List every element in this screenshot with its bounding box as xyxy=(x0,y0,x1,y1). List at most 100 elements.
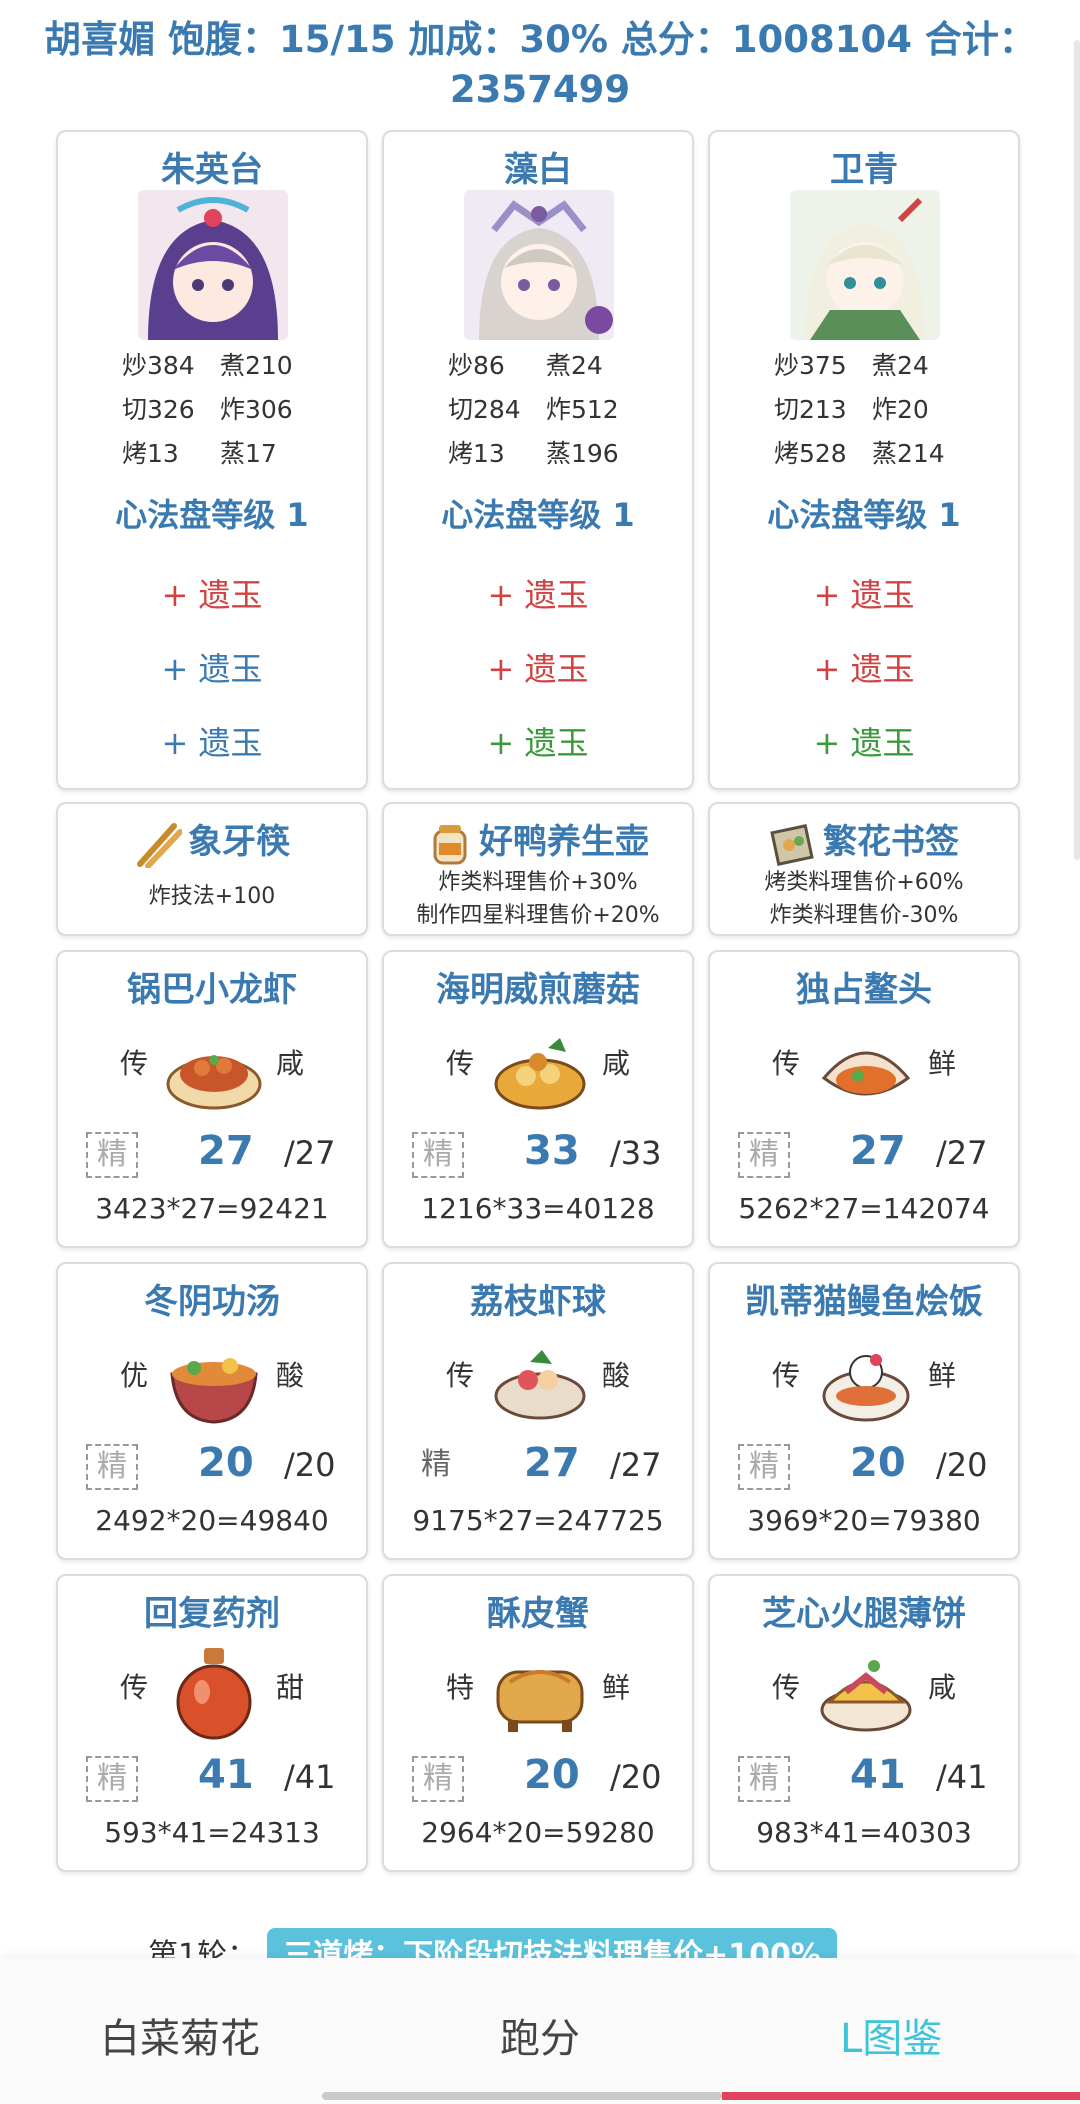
dish-rank: 传 xyxy=(446,1047,475,1080)
dish-name: 荔枝虾球 xyxy=(470,1282,606,1322)
yiyu-slot-3[interactable]: + 遗玉 xyxy=(58,718,366,764)
dish-card[interactable]: 酥皮蟹 特 鲜 精 20 /20 2964*20=59280 xyxy=(382,1574,694,1872)
dish-card[interactable]: 回复药剂 传 甜 精 41 /41 593*41=24313 xyxy=(56,1574,368,1872)
jing-toggle[interactable]: 精 xyxy=(86,1444,138,1490)
home-indicator xyxy=(322,2092,722,2100)
dish-card[interactable]: 锅巴小龙虾 传 咸 精 27 /27 3423*27=92421 xyxy=(56,950,368,1248)
bookmark-icon xyxy=(770,823,814,866)
jing-toggle[interactable]: 精 xyxy=(412,1444,460,1486)
xinfa-level[interactable]: 心法盘等级 1 xyxy=(58,490,366,536)
dish-name: 酥皮蟹 xyxy=(487,1594,589,1634)
dish-quantity[interactable]: 27 xyxy=(198,1128,254,1174)
dish-score-formula: 2964*20=59280 xyxy=(421,1816,655,1849)
dish-quantity[interactable]: 41 xyxy=(850,1752,906,1798)
yiyu-slot-1[interactable]: + 遗玉 xyxy=(710,570,1018,616)
equip-title: 象牙筷 xyxy=(58,814,366,869)
dish-name: 芝心火腿薄饼 xyxy=(762,1594,966,1634)
stat-qie: 切284 xyxy=(448,395,521,424)
yiyu-slot-1[interactable]: + 遗玉 xyxy=(58,570,366,616)
yiyu-slot-3[interactable]: + 遗玉 xyxy=(384,718,692,764)
dish-quantity[interactable]: 27 xyxy=(524,1440,580,1486)
home-indicator-accent xyxy=(722,2092,1080,2100)
chopsticks-icon xyxy=(137,822,183,869)
equip-card[interactable]: 象牙筷 炸技法+100 xyxy=(56,802,368,936)
dish-image xyxy=(176,1648,252,1740)
dish-name: 回复药剂 xyxy=(144,1594,280,1634)
equip-desc-line: 炸类料理售价-30% xyxy=(769,903,959,928)
stat-zha: 炸20 xyxy=(872,395,929,424)
stat-zheng: 蒸17 xyxy=(220,439,277,468)
dish-card[interactable]: 荔枝虾球 传 酸 精 27 /27 9175*27=247725 xyxy=(382,1262,694,1560)
dish-taste: 咸 xyxy=(927,1671,956,1704)
jing-toggle[interactable]: 精 xyxy=(738,1444,790,1490)
dish-card[interactable]: 独占鳌头 传 鲜 精 27 /27 5262*27=142074 xyxy=(708,950,1020,1248)
yiyu-slot-2[interactable]: + 遗玉 xyxy=(58,644,366,690)
jing-toggle[interactable]: 精 xyxy=(738,1132,790,1178)
dish-score-formula: 9175*27=247725 xyxy=(412,1504,664,1537)
dish-rank: 特 xyxy=(446,1671,475,1704)
chef-card[interactable]: 卫青 炒375 煮24 切213 炸20 烤528 蒸214 心法盘等级 1 + 遗玉… xyxy=(708,130,1020,790)
header-summary: 胡喜媚 饱腹：15/15 加成：30% 总分：1008104 合计：235749… xyxy=(44,18,1036,111)
scrollbar[interactable] xyxy=(1074,40,1080,860)
jing-toggle[interactable]: 精 xyxy=(86,1756,138,1802)
dish-score-formula: 5262*27=142074 xyxy=(738,1192,990,1225)
chef-card[interactable]: 朱英台 炒384 煮210 切326 炸306 烤13 蒸17 心法盘等级 1 + 遗… xyxy=(56,130,368,790)
dish-card[interactable]: 冬阴功汤 优 酸 精 20 /20 2492*20=49840 xyxy=(56,1262,368,1560)
equip-desc-line: 炸类料理售价+30% xyxy=(438,870,638,895)
tab-tujian[interactable]: L图鉴 xyxy=(840,2006,942,2064)
jing-toggle[interactable]: 精 xyxy=(86,1132,138,1178)
dish-rank: 传 xyxy=(446,1359,475,1392)
equip-card[interactable]: 好鸭养生壶 炸类料理售价+30% 制作四星料理售价+20% xyxy=(382,802,694,936)
dish-quantity-max: /41 xyxy=(936,1758,988,1796)
dish-taste: 鲜 xyxy=(927,1359,956,1392)
dish-score-formula: 2492*20=49840 xyxy=(95,1504,329,1537)
dish-taste: 鲜 xyxy=(927,1047,956,1080)
dish-quantity[interactable]: 20 xyxy=(198,1440,254,1486)
equip-desc-line: 制作四星料理售价+20% xyxy=(416,903,660,928)
chef-card[interactable]: 藻白 炒86 煮24 切284 炸512 烤13 蒸196 心法盘等级 1 + 遗玉 … xyxy=(382,130,694,790)
dish-quantity[interactable]: 41 xyxy=(198,1752,254,1798)
stat-zhu: 煮24 xyxy=(872,351,929,380)
stat-zheng: 蒸196 xyxy=(546,439,619,468)
jing-toggle[interactable]: 精 xyxy=(412,1756,464,1802)
dish-quantity-max: /27 xyxy=(610,1446,662,1484)
dish-quantity-max: /20 xyxy=(284,1446,336,1484)
dish-quantity-max: /27 xyxy=(936,1134,988,1172)
dish-quantity[interactable]: 20 xyxy=(850,1440,906,1486)
dish-card[interactable]: 凯蒂猫鳗鱼烩饭 传 鲜 精 20 /20 3969*20=79380 xyxy=(708,1262,1020,1560)
xinfa-level[interactable]: 心法盘等级 1 xyxy=(710,490,1018,536)
yiyu-slot-2[interactable]: + 遗玉 xyxy=(384,644,692,690)
stat-kao: 烤528 xyxy=(774,439,847,468)
dish-card[interactable]: 芝心火腿薄饼 传 咸 精 41 /41 983*41=40303 xyxy=(708,1574,1020,1872)
yiyu-slot-3[interactable]: + 遗玉 xyxy=(710,718,1018,764)
tab-baicai-juhua[interactable]: 白菜菊花 xyxy=(100,2006,260,2064)
xinfa-level[interactable]: 心法盘等级 1 xyxy=(384,490,692,536)
dish-quantity[interactable]: 33 xyxy=(524,1128,580,1174)
yiyu-slot-1[interactable]: + 遗玉 xyxy=(384,570,692,616)
stat-kao: 烤13 xyxy=(122,439,179,468)
chef-avatar xyxy=(138,190,288,340)
dish-image xyxy=(494,1350,586,1420)
jing-toggle[interactable]: 精 xyxy=(738,1756,790,1802)
dish-image xyxy=(170,1358,258,1424)
chef-avatar xyxy=(790,190,940,340)
dish-quantity-max: /41 xyxy=(284,1758,336,1796)
stat-zhu: 煮210 xyxy=(220,351,293,380)
dish-name: 海明威煎蘑菇 xyxy=(436,970,640,1010)
dish-name: 凯蒂猫鳗鱼烩饭 xyxy=(745,1282,983,1322)
dish-rank: 传 xyxy=(772,1671,801,1704)
tab-paofen[interactable]: 跑分 xyxy=(500,2006,580,2064)
dish-quantity[interactable]: 27 xyxy=(850,1128,906,1174)
dish-card[interactable]: 海明威煎蘑菇 传 咸 精 33 /33 1216*33=40128 xyxy=(382,950,694,1248)
jing-toggle[interactable]: 精 xyxy=(412,1132,464,1178)
equip-name: 好鸭养生壶 xyxy=(479,822,649,862)
dish-quantity[interactable]: 20 xyxy=(524,1752,580,1798)
dish-score-formula: 983*41=40303 xyxy=(756,1816,972,1849)
dish-score-formula: 3423*27=92421 xyxy=(95,1192,329,1225)
dish-taste: 甜 xyxy=(275,1671,304,1704)
yiyu-slot-2[interactable]: + 遗玉 xyxy=(710,644,1018,690)
dish-taste: 咸 xyxy=(601,1047,630,1080)
equip-title: 好鸭养生壶 xyxy=(384,814,692,867)
equip-card[interactable]: 繁花书签 烤类料理售价+60% 炸类料理售价-30% xyxy=(708,802,1020,936)
dish-rank: 传 xyxy=(772,1047,801,1080)
